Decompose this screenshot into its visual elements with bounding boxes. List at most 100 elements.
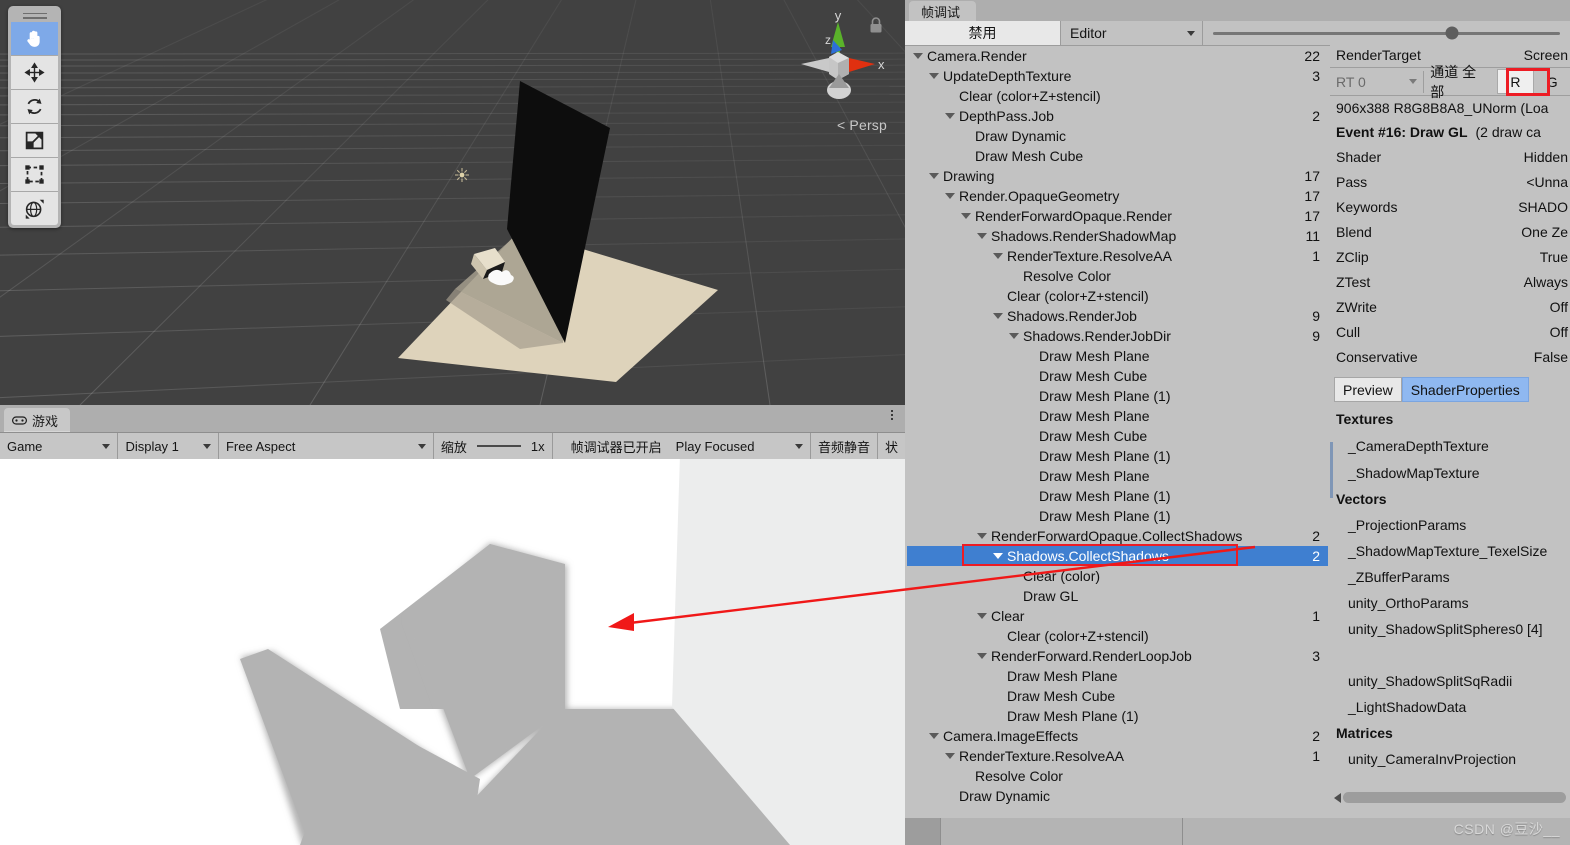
hand-tool-button[interactable] xyxy=(11,22,58,56)
chevron-down-icon[interactable] xyxy=(977,653,987,659)
move-tool-button[interactable] xyxy=(11,56,58,90)
chevron-down-icon[interactable] xyxy=(977,233,987,239)
chevron-down-icon[interactable] xyxy=(945,113,955,119)
disable-button[interactable]: 禁用 xyxy=(905,21,1061,45)
lock-icon[interactable] xyxy=(869,17,883,34)
event-tree-row[interactable]: Draw Mesh Plane (1) xyxy=(907,706,1328,726)
event-tree-row[interactable]: Clear 1 xyxy=(907,606,1328,626)
event-tree-row[interactable]: Shadows.RenderShadowMap 11 xyxy=(907,226,1328,246)
chevron-down-icon[interactable] xyxy=(993,253,1003,259)
event-tree-row[interactable]: Drawing 17 xyxy=(907,166,1328,186)
chevron-down-icon[interactable] xyxy=(929,173,939,179)
event-tree-row[interactable]: Draw GL xyxy=(907,586,1328,606)
event-property-value: False xyxy=(1533,348,1568,365)
event-tree-row[interactable]: Draw Mesh Plane (1) xyxy=(907,486,1328,506)
aspect-ratio-dropdown[interactable]: Free Aspect xyxy=(219,433,434,459)
inspector-hscrollbar[interactable] xyxy=(1334,792,1566,803)
event-slider-track[interactable] xyxy=(1213,26,1560,40)
shader-property-item: unity_ShadowSplitSqRadii xyxy=(1348,673,1513,689)
channel-r-button[interactable]: R xyxy=(1496,69,1535,94)
event-tree-row[interactable]: Clear (color) xyxy=(907,566,1328,586)
event-tree-row[interactable]: RenderForward.RenderLoopJob 3 xyxy=(907,646,1328,666)
rect-tool-button[interactable] xyxy=(11,158,58,192)
rotate-tool-button[interactable] xyxy=(11,90,58,124)
event-tree-row[interactable]: Draw Mesh Plane (1) xyxy=(907,506,1328,526)
rt-index-dropdown[interactable]: RT 0 xyxy=(1336,74,1421,90)
event-tree-row[interactable]: Shadows.CollectShadows 2 xyxy=(907,546,1328,566)
chevron-down-icon[interactable] xyxy=(929,73,939,79)
event-tree-row[interactable]: Draw Mesh Plane xyxy=(907,466,1328,486)
event-tree-row-label: Draw Mesh Plane (1) xyxy=(1039,388,1171,404)
scene-transform-toolbar[interactable] xyxy=(8,6,61,228)
event-tree-row[interactable]: Resolve Color xyxy=(907,766,1328,786)
event-tree-row[interactable]: Resolve Color xyxy=(907,266,1328,286)
event-tree[interactable]: Camera.Render 22 UpdateDepthTexture 3 Clear … xyxy=(907,46,1328,811)
event-tree-row[interactable]: RenderForwardOpaque.Render 17 xyxy=(907,206,1328,226)
event-tree-row[interactable]: Render.OpaqueGeometry 17 xyxy=(907,186,1328,206)
tab-game[interactable]: 游戏 xyxy=(4,408,71,432)
kebab-menu-icon[interactable] xyxy=(891,410,893,420)
inspector-tab[interactable]: ShaderProperties xyxy=(1401,377,1529,402)
chevron-down-icon[interactable] xyxy=(961,213,971,219)
event-tree-row[interactable]: Shadows.RenderJob 9 xyxy=(907,306,1328,326)
inspector-tab[interactable]: Preview xyxy=(1334,377,1402,402)
inspector-vscrollbar[interactable] xyxy=(1330,442,1333,498)
scene-view[interactable]: y z x < Persp xyxy=(0,0,905,405)
event-tree-row[interactable]: DepthPass.Job 2 xyxy=(907,106,1328,126)
event-tree-row[interactable]: UpdateDepthTexture 3 xyxy=(907,66,1328,86)
event-tree-row[interactable]: Draw Mesh Plane (1) xyxy=(907,446,1328,466)
target-dropdown[interactable]: Editor xyxy=(1061,21,1203,45)
chevron-down-icon[interactable] xyxy=(993,553,1003,559)
event-property-row: Pass <Unna xyxy=(1330,169,1570,194)
mute-audio-toggle[interactable]: 音频静音 xyxy=(811,433,878,459)
chevron-down-icon[interactable] xyxy=(945,753,955,759)
stats-toggle[interactable]: 状 xyxy=(878,433,905,459)
event-tree-row-label: Clear (color+Z+stencil) xyxy=(1007,288,1149,304)
event-tree-row[interactable]: Draw Dynamic xyxy=(907,126,1328,146)
event-tree-row[interactable]: Camera.ImageEffects 2 xyxy=(907,726,1328,746)
tab-frame-debugger[interactable]: 帧调试 xyxy=(909,1,977,21)
projection-mode-label[interactable]: < Persp xyxy=(837,117,887,133)
display-dropdown[interactable]: Display 1 xyxy=(118,433,219,459)
toolbar-drag-handle[interactable] xyxy=(11,9,58,22)
event-tree-row[interactable]: Draw Mesh Cube xyxy=(907,686,1328,706)
event-tree-row[interactable]: Clear (color+Z+stencil) xyxy=(907,286,1328,306)
chevron-down-icon[interactable] xyxy=(977,613,987,619)
chevron-down-icon[interactable] xyxy=(993,313,1003,319)
play-mode-dropdown[interactable]: Play Focused xyxy=(669,433,811,459)
event-tree-row-label: RenderForwardOpaque.Render xyxy=(975,208,1172,224)
event-tree-row[interactable]: Draw Mesh Plane xyxy=(907,346,1328,366)
game-view-mode-dropdown[interactable]: Game xyxy=(0,433,119,459)
event-tree-row[interactable]: RenderTexture.ResolveAA 1 xyxy=(907,246,1328,266)
zoom-slider[interactable]: 缩放 1x xyxy=(434,433,553,459)
chevron-down-icon[interactable] xyxy=(945,193,955,199)
event-tree-row[interactable]: RenderTexture.ResolveAA 1 xyxy=(907,746,1328,766)
zoom-slider-track[interactable] xyxy=(476,445,521,447)
event-slider-knob[interactable] xyxy=(1445,26,1459,40)
event-tree-row[interactable]: Draw Mesh Plane xyxy=(907,406,1328,426)
scale-tool-button[interactable] xyxy=(11,124,58,158)
event-tree-row[interactable]: RenderForwardOpaque.CollectShadows 2 xyxy=(907,526,1328,546)
transform-tool-button[interactable] xyxy=(11,192,58,225)
inspector-hscroll-thumb[interactable] xyxy=(1343,792,1566,803)
chevron-down-icon[interactable] xyxy=(1009,333,1019,339)
event-tree-hscrollbar[interactable] xyxy=(907,811,1328,818)
event-tree-row[interactable]: Draw Dynamic xyxy=(907,786,1328,806)
chevron-down-icon[interactable] xyxy=(913,53,923,59)
event-property-key: ZTest xyxy=(1336,273,1371,290)
chevron-down-icon xyxy=(202,443,211,449)
event-tree-row[interactable]: Draw Mesh Cube xyxy=(907,146,1328,166)
event-tree-row[interactable]: Draw Mesh Plane xyxy=(907,666,1328,686)
event-tree-row[interactable]: Draw Mesh Plane (1) xyxy=(907,386,1328,406)
channel-g-button[interactable]: G xyxy=(1534,70,1570,93)
chevron-down-icon[interactable] xyxy=(929,733,939,739)
event-tree-row[interactable]: Clear (color+Z+stencil) xyxy=(907,626,1328,646)
chevron-down-icon[interactable] xyxy=(977,533,987,539)
event-tree-row[interactable]: Clear (color+Z+stencil) xyxy=(907,86,1328,106)
game-render-output[interactable] xyxy=(0,459,905,845)
event-tree-row[interactable]: Draw Mesh Cube xyxy=(907,366,1328,386)
event-tree-row[interactable]: Camera.Render 22 xyxy=(907,46,1328,66)
event-tree-row[interactable]: Shadows.RenderJobDir 9 xyxy=(907,326,1328,346)
event-tree-row[interactable]: Draw Mesh Cube xyxy=(907,426,1328,446)
scroll-left-arrow-icon[interactable] xyxy=(1334,792,1341,803)
